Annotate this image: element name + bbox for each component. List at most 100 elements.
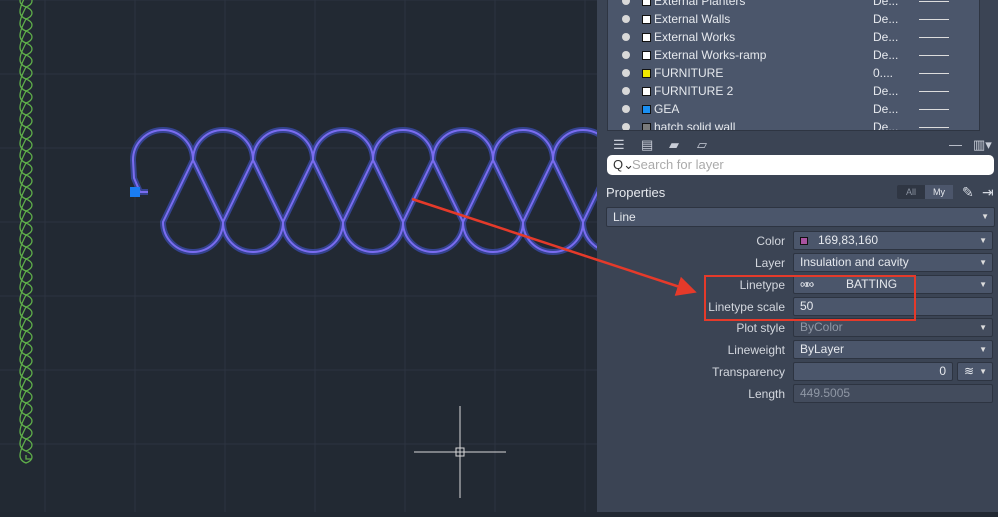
layer-description: De... (873, 102, 899, 116)
layer-name: FURNITURE 2 (654, 84, 734, 98)
layer-color-swatch[interactable] (642, 68, 651, 78)
property-value-field[interactable]: Insulation and cavity ▼ (793, 253, 993, 272)
layer-on-icon[interactable] (622, 51, 630, 59)
property-label: Lineweight (727, 343, 785, 357)
chevron-down-icon: ▼ (979, 323, 987, 332)
layer-color-swatch[interactable] (642, 32, 651, 42)
layer-color-swatch[interactable] (642, 104, 651, 114)
layer-description: De... (873, 48, 899, 62)
dock-panel-icon[interactable]: ⇥ (982, 184, 994, 201)
layer-description: De... (873, 84, 899, 98)
layer-on-icon[interactable] (622, 33, 630, 41)
highlight-box (704, 275, 916, 321)
layer-description: De... (873, 120, 899, 131)
search-placeholder: Search for layer (632, 157, 724, 172)
layer-row[interactable]: hatch solid wall De... (608, 118, 979, 131)
layer-row[interactable]: External Walls De... (608, 10, 979, 28)
properties-palette: External Planters De... External Walls De..… (597, 0, 998, 512)
layer-name: hatch solid wall (654, 120, 736, 131)
chevron-down-icon: ▼ (979, 258, 987, 267)
property-row: Transparency 0 ≋ ▼ (597, 362, 998, 382)
layer-color-swatch[interactable] (642, 14, 651, 24)
layer-name: External Planters (654, 0, 746, 8)
layer-description: De... (873, 30, 899, 44)
layer-row[interactable]: External Works-ramp De... (608, 46, 979, 64)
layer-on-icon[interactable] (622, 0, 630, 5)
property-row: Plot style ByColor ▼ (597, 318, 998, 338)
property-value: Insulation and cavity (800, 255, 909, 269)
property-value: 169,83,160 (818, 233, 879, 247)
search-icon: Q⌄ (613, 157, 635, 172)
property-value-field[interactable]: ByLayer ▼ (793, 340, 993, 359)
layer-description: 0.... (873, 66, 894, 80)
layer-properties-icon[interactable]: ▤ (641, 137, 653, 153)
layer-name: FURNITURE (654, 66, 724, 80)
layer-linetype-icon (919, 108, 949, 110)
property-value-field[interactable]: 169,83,160 ▼ (793, 231, 993, 250)
layer-color-swatch[interactable] (642, 50, 651, 60)
layer-name: External Works (654, 30, 736, 44)
edit-properties-icon[interactable]: ✎ (962, 184, 974, 201)
chevron-down-icon: ▼ (979, 280, 987, 289)
grip-handle[interactable] (130, 187, 140, 197)
property-row: Color 169,83,160 ▼ (597, 231, 998, 251)
layer-linetype-icon (919, 90, 949, 92)
property-value: 0 (939, 364, 946, 378)
layer-color-swatch[interactable] (642, 86, 651, 96)
transparency-byblock-button[interactable]: ≋ ▼ (957, 362, 993, 381)
color-swatch (800, 237, 808, 245)
layer-linetype-icon (919, 36, 949, 38)
layer-row[interactable]: External Works De... (608, 28, 979, 46)
layer-on-icon[interactable] (622, 69, 630, 77)
layer-linetype-icon (919, 54, 949, 56)
my-tab[interactable]: My (925, 185, 953, 199)
layer-search-input[interactable]: Q⌄ Search for layer (607, 155, 994, 175)
all-my-toggle[interactable]: All My (897, 185, 953, 199)
property-value: ByColor (800, 320, 843, 334)
new-group-folder-icon[interactable]: ▱ (697, 137, 707, 153)
columns-menu-button[interactable]: ▥▾ (973, 137, 992, 153)
layer-row[interactable]: GEA De... (608, 100, 979, 118)
drawing-svg (0, 0, 707, 512)
layer-states-icon[interactable]: ☰ (613, 137, 625, 153)
property-label: Length (748, 387, 785, 401)
property-label: Layer (754, 256, 785, 270)
layer-row[interactable]: FURNITURE 0.... (608, 64, 979, 82)
layer-name: GEA (654, 102, 680, 116)
layer-row[interactable]: External Planters De... (608, 0, 979, 10)
open-folder-icon[interactable]: ▰ (669, 137, 679, 153)
property-value-field: 449.5005 (793, 384, 993, 403)
object-type-value: Line (613, 210, 636, 224)
collapse-button[interactable]: — (949, 137, 962, 152)
layer-description: De... (873, 0, 899, 8)
layer-on-icon[interactable] (622, 15, 630, 23)
layer-on-icon[interactable] (622, 105, 630, 113)
chevron-down-icon: ▼ (981, 212, 989, 221)
layer-on-icon[interactable] (622, 87, 630, 95)
layer-name: External Walls (654, 12, 731, 26)
layer-color-swatch[interactable] (642, 122, 651, 130)
batting-line-left[interactable] (19, 0, 33, 464)
drawing-canvas[interactable] (0, 0, 707, 512)
object-type-select[interactable]: Line ▼ (606, 207, 995, 227)
layer-linetype-icon (919, 72, 949, 74)
property-value-field[interactable]: 0 (793, 362, 953, 381)
layer-linetype-icon (919, 18, 949, 20)
layer-on-icon[interactable] (622, 123, 630, 130)
grid (0, 0, 598, 512)
property-row: Layer Insulation and cavity ▼ (597, 253, 998, 273)
property-row: Length 449.5005 (597, 384, 998, 404)
property-label: Color (756, 234, 785, 248)
layer-description: De... (873, 12, 899, 26)
property-value: 449.5005 (800, 386, 851, 400)
layer-list[interactable]: External Planters De... External Walls De..… (607, 0, 980, 131)
layer-linetype-icon (919, 126, 949, 128)
layer-linetype-icon (919, 0, 949, 2)
layer-color-swatch[interactable] (642, 0, 651, 6)
chevron-down-icon: ▼ (979, 345, 987, 354)
property-value: ByLayer (800, 342, 845, 356)
properties-title: Properties (606, 185, 666, 200)
all-tab[interactable]: All (897, 185, 925, 199)
property-label: Plot style (736, 321, 785, 335)
layer-row[interactable]: FURNITURE 2 De... (608, 82, 979, 100)
